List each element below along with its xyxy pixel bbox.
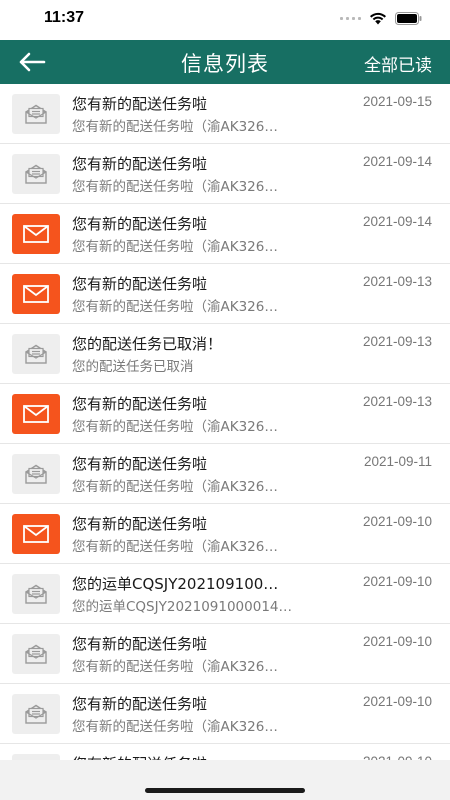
message-item[interactable]: 您有新的配送任务啦您有新的配送任务啦（渝AK326… 2021-09-14 (0, 144, 450, 204)
read-message-icon (12, 454, 60, 494)
message-subtitle: 您有新的配送任务啦（渝AK326… (72, 119, 278, 135)
read-message-icon (12, 334, 60, 374)
home-indicator[interactable] (145, 788, 305, 793)
status-time: 11:37 (44, 9, 85, 26)
message-subtitle: 您有新的配送任务啦（渝AK326… (72, 479, 278, 495)
message-date: 2021-09-11 (363, 454, 432, 469)
message-title: 您有新的配送任务啦 (72, 275, 208, 293)
unread-mail-icon (12, 214, 60, 254)
message-item[interactable]: 您有新的配送任务啦您有新的配送任务啦（渝AK326… 2021-09-13 (0, 264, 450, 324)
unread-mail-icon (12, 514, 60, 554)
message-title: 您有新的配送任务啦 (72, 95, 208, 113)
message-date: 2021-09-14 (362, 214, 432, 229)
message-date: 2021-09-14 (362, 154, 432, 169)
message-item[interactable]: 您有新的配送任务啦您有新的配送任务啦（渝AK326… 2021-09-13 (0, 384, 450, 444)
message-title: 您的配送任务已取消！ (72, 335, 223, 353)
message-item[interactable]: 您有新的配送任务啦您有新的配送任务啦（渝AK326… 2021-09-10 (0, 624, 450, 684)
battery-icon (395, 12, 422, 25)
message-date: 2021-09-15 (362, 94, 432, 109)
message-title: 您有新的配送任务啦 (72, 515, 208, 533)
back-arrow-icon (19, 52, 46, 72)
message-subtitle: 您有新的配送任务啦（渝AK326… (72, 179, 278, 195)
message-item[interactable]: 您有新的配送任务啦您有新的配送任务啦（渝AK326… 2021-09-10 (0, 684, 450, 744)
wifi-icon (369, 12, 387, 25)
message-item[interactable]: 您有新的配送任务啦您有新的配送任务啦（渝AK326… 2021-09-11 (0, 444, 450, 504)
message-subtitle: 您的运单CQSJY2021091000014… (72, 599, 293, 615)
message-subtitle: 您有新的配送任务啦（渝AK326… (72, 239, 278, 255)
signal-icon (340, 17, 361, 20)
read-message-icon (12, 574, 60, 614)
message-date: 2021-09-10 (362, 574, 432, 589)
message-date: 2021-09-10 (362, 634, 432, 649)
message-item[interactable]: 您有新的配送任务啦您有新的配送任务啦（渝AK326… 2021-09-14 (0, 204, 450, 264)
message-item[interactable]: 您的配送任务已取消！ 您的配送任务已取消 2021-09-13 (0, 324, 450, 384)
message-subtitle: 您的配送任务已取消 (72, 359, 194, 375)
message-date: 2021-09-10 (362, 514, 432, 529)
unread-mail-icon (12, 394, 60, 434)
message-title: 您的运单CQSJY202109100… (72, 575, 279, 593)
message-title: 您有新的配送任务啦 (72, 753, 327, 760)
bottom-bar (0, 760, 450, 800)
mark-all-read-button[interactable]: 全部已读 (364, 51, 432, 76)
read-message-icon (12, 94, 60, 134)
message-item[interactable]: 您有新的配送任务啦您有新的配送任务啦（渝AK326… 2021-09-15 (0, 84, 450, 144)
message-title: 您有新的配送任务啦 (72, 395, 208, 413)
message-title: 您有新的配送任务啦 (72, 155, 208, 173)
message-subtitle: 您有新的配送任务啦（渝AK326… (72, 539, 278, 555)
unread-mail-icon (12, 274, 60, 314)
status-icons (340, 12, 422, 25)
message-date: 2021-09-13 (362, 274, 432, 289)
message-date: 2021-09-10 (362, 694, 432, 709)
message-title: 您有新的配送任务啦 (72, 215, 208, 233)
read-message-icon (12, 154, 60, 194)
message-subtitle: 您有新的配送任务啦（渝AK326… (72, 419, 278, 435)
read-message-icon (12, 694, 60, 734)
message-subtitle: 您有新的配送任务啦（渝AK326… (72, 659, 278, 675)
message-title: 您有新的配送任务啦 (72, 635, 208, 653)
message-date: 2021-09-13 (362, 334, 432, 349)
app-header: 信息列表 全部已读 (0, 40, 450, 84)
message-title: 您有新的配送任务啦 (72, 455, 208, 473)
status-bar: 11:37 (0, 0, 450, 40)
message-date: 2021-09-13 (362, 394, 432, 409)
message-subtitle: 您有新的配送任务啦（渝AK326… (72, 719, 278, 735)
message-list: 您有新的配送任务啦 您有新的配送任务啦（渝AK326… 2021-09-15 您有新… (0, 84, 450, 760)
message-subtitle: 您有新的配送任务啦（渝AK326… (72, 299, 278, 315)
message-item[interactable]: 您的运单CQSJY202109100… 您的运单CQSJY202109100001… (0, 564, 450, 624)
read-message-icon (12, 634, 60, 674)
back-button[interactable] (14, 48, 50, 76)
message-item[interactable]: 您有新的配送任务啦您有新的配送任务啦（渝AK326… 2021-09-10 (0, 504, 450, 564)
message-title: 您有新的配送任务啦 (72, 695, 208, 713)
message-item[interactable]: 您有新的配送任务啦2021-09-10 (0, 744, 450, 760)
